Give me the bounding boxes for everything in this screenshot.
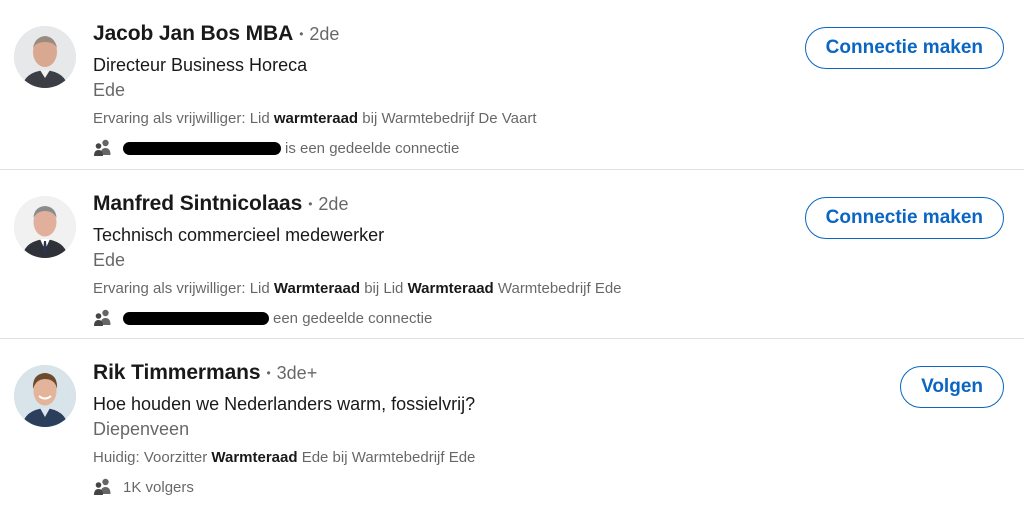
snippet-keyword: Warmteraad [211, 449, 298, 466]
shared-connection-insight[interactable]: is een gedeelde connectie [93, 137, 1024, 159]
avatar[interactable] [14, 26, 76, 88]
experience-snippet: Ervaring als vrijwilliger: Lid Warmteraa… [93, 279, 1024, 299]
snippet-text: Huidig: Voorzitter [93, 449, 212, 466]
avatar[interactable] [14, 196, 76, 258]
snippet-text: bij Warmtebedrijf De Vaart [358, 110, 537, 127]
connection-degree: 3de+ [266, 363, 318, 384]
connection-degree: 2de [299, 24, 339, 45]
result-content: Rik Timmermans 3de+ Hoe houden we Nederl… [93, 361, 1024, 498]
insight-text: een gedeelde connectie [273, 309, 433, 327]
people-icon [94, 139, 111, 156]
search-results-list: Jacob Jan Bos MBA 2de Directeur Business… [0, 0, 1024, 507]
profile-photo [14, 365, 76, 427]
people-icon [94, 478, 111, 495]
profile-headline: Hoe houden we Nederlanders warm, fossiel… [93, 394, 476, 414]
name-row: Rik Timmermans 3de+ [93, 361, 1024, 389]
profile-photo [14, 26, 76, 88]
result-item: Manfred Sintnicolaas 2de Technisch comme… [0, 169, 1024, 338]
snippet-keyword: Warmteraad [273, 280, 361, 297]
redacted-connection-name [123, 141, 281, 155]
snippet-keyword: warmteraad [273, 110, 359, 127]
profile-photo [14, 196, 76, 258]
follow-button[interactable]: Volgen [900, 366, 1004, 408]
snippet-text: bij Lid [360, 280, 408, 297]
connect-button[interactable]: Connectie maken [804, 27, 1004, 69]
result-item: Rik Timmermans 3de+ Hoe houden we Nederl… [0, 338, 1024, 507]
snippet-text: Ede bij Warmtebedrijf Ede [297, 449, 476, 466]
snippet-text: Ervaring als vrijwilliger: Lid [93, 110, 274, 127]
shared-connection-insight[interactable]: een gedeelde connectie [93, 307, 1024, 329]
experience-snippet: Ervaring als vrijwilliger: Lid warmteraa… [93, 109, 1024, 129]
profile-name-link[interactable]: Rik Timmermans [93, 361, 261, 385]
result-item: Jacob Jan Bos MBA 2de Directeur Business… [0, 0, 1024, 169]
connection-degree: 2de [308, 194, 348, 215]
snippet-text: Warmtebedrijf Ede [493, 280, 622, 297]
profile-location: Diepenveen [93, 419, 190, 439]
profile-location: Ede [93, 80, 126, 100]
profile-name-link[interactable]: Manfred Sintnicolaas [93, 192, 302, 216]
redacted-connection-name [123, 311, 269, 325]
people-icon [94, 309, 111, 326]
insight-text: is een gedeelde connectie [285, 139, 460, 157]
followers-insight[interactable]: 1K volgers [93, 476, 1024, 498]
profile-name-link[interactable]: Jacob Jan Bos MBA [93, 22, 293, 46]
insight-text: 1K volgers [123, 478, 194, 496]
snippet-text: Ervaring als vrijwilliger: Lid [93, 280, 274, 297]
avatar[interactable] [14, 365, 76, 427]
connect-button[interactable]: Connectie maken [804, 197, 1004, 239]
profile-location: Ede [93, 250, 126, 270]
snippet-keyword: Warmteraad [407, 280, 494, 297]
current-position-snippet: Huidig: Voorzitter Warmteraad Ede bij Wa… [93, 448, 1024, 468]
